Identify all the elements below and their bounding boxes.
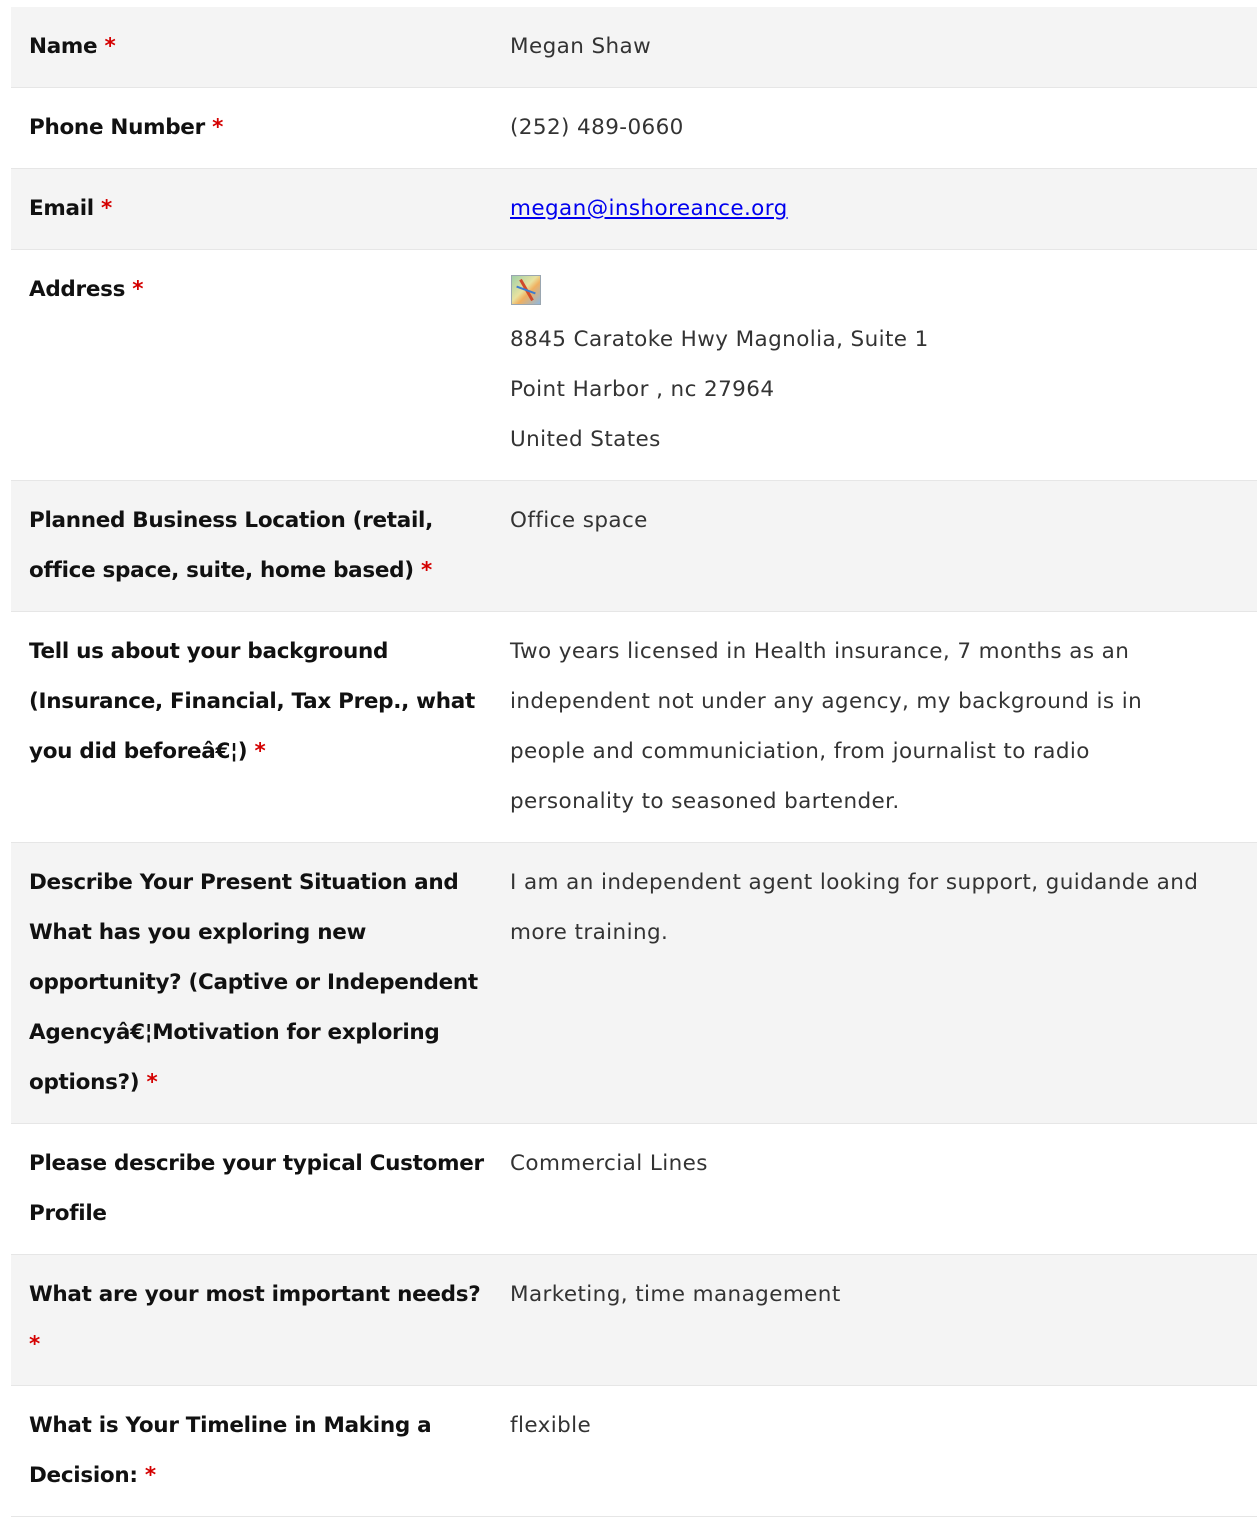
address-line-1: 8845 Caratoke Hwy Magnolia, Suite 1 bbox=[510, 327, 929, 352]
map-thumbnail-icon[interactable] bbox=[511, 275, 541, 305]
table-row: Planned Business Location (retail, offic… bbox=[11, 481, 1257, 612]
required-marker: * bbox=[146, 1070, 158, 1095]
required-marker: * bbox=[420, 558, 432, 583]
table-row: Please describe your typical Customer Pr… bbox=[11, 1124, 1257, 1255]
table-row: Phone Number * (252) 489-0660 bbox=[11, 88, 1257, 169]
required-marker: * bbox=[101, 196, 112, 221]
field-value-email: megan@inshoreance.org bbox=[492, 169, 1257, 249]
required-marker: * bbox=[132, 277, 144, 302]
field-label-present-situation: Describe Your Present Situation and What… bbox=[29, 870, 478, 1095]
field-label-timeline: What is Your Timeline in Making a Decisi… bbox=[29, 1413, 432, 1488]
table-row: What is Your Timeline in Making a Decisi… bbox=[11, 1386, 1257, 1517]
table-row: What are your most important needs? * Ma… bbox=[11, 1255, 1257, 1386]
field-value-timeline: flexible bbox=[510, 1413, 592, 1438]
address-line-2: Point Harbor , nc 27964 bbox=[510, 377, 775, 402]
table-row: Name * Megan Shaw bbox=[11, 7, 1257, 88]
required-marker: * bbox=[29, 1332, 40, 1357]
field-value-phone: (252) 489-0660 bbox=[510, 115, 684, 140]
field-label-phone: Phone Number * bbox=[29, 115, 224, 140]
table-row: Describe Your Present Situation and What… bbox=[11, 843, 1257, 1124]
required-marker: * bbox=[104, 34, 116, 59]
required-marker: * bbox=[144, 1463, 156, 1488]
field-label-name: Name * bbox=[29, 34, 116, 59]
field-value-customer-profile: Commercial Lines bbox=[510, 1151, 708, 1176]
field-label-important-needs: What are your most important needs? * bbox=[29, 1282, 481, 1357]
field-label-business-location: Planned Business Location (retail, offic… bbox=[29, 508, 433, 583]
field-value-name: Megan Shaw bbox=[510, 34, 652, 59]
field-value-important-needs: Marketing, time management bbox=[510, 1282, 841, 1307]
field-label-customer-profile: Please describe your typical Customer Pr… bbox=[29, 1151, 484, 1226]
field-label-background: Tell us about your background (Insurance… bbox=[29, 639, 475, 764]
field-value-background: Two years licensed in Health insurance, … bbox=[510, 639, 1143, 814]
required-marker: * bbox=[212, 115, 224, 140]
table-row: Tell us about your background (Insurance… bbox=[11, 612, 1257, 843]
form-entry-table: Name * Megan Shaw Phone Number * (252) 4… bbox=[11, 7, 1257, 1517]
table-row: Address * 8845 Caratoke Hwy Magnolia, Su… bbox=[11, 250, 1257, 481]
field-value-business-location: Office space bbox=[510, 508, 648, 533]
required-marker: * bbox=[254, 739, 266, 764]
field-value-address: 8845 Caratoke Hwy Magnolia, Suite 1 Poin… bbox=[492, 250, 1257, 480]
field-label-address: Address * bbox=[29, 277, 144, 302]
field-value-present-situation: I am an independent agent looking for su… bbox=[510, 870, 1199, 945]
field-label-email: Email * bbox=[29, 196, 112, 221]
address-line-3: United States bbox=[510, 427, 661, 452]
table-row: Email * megan@inshoreance.org bbox=[11, 169, 1257, 250]
email-link[interactable]: megan@inshoreance.org bbox=[510, 196, 788, 221]
